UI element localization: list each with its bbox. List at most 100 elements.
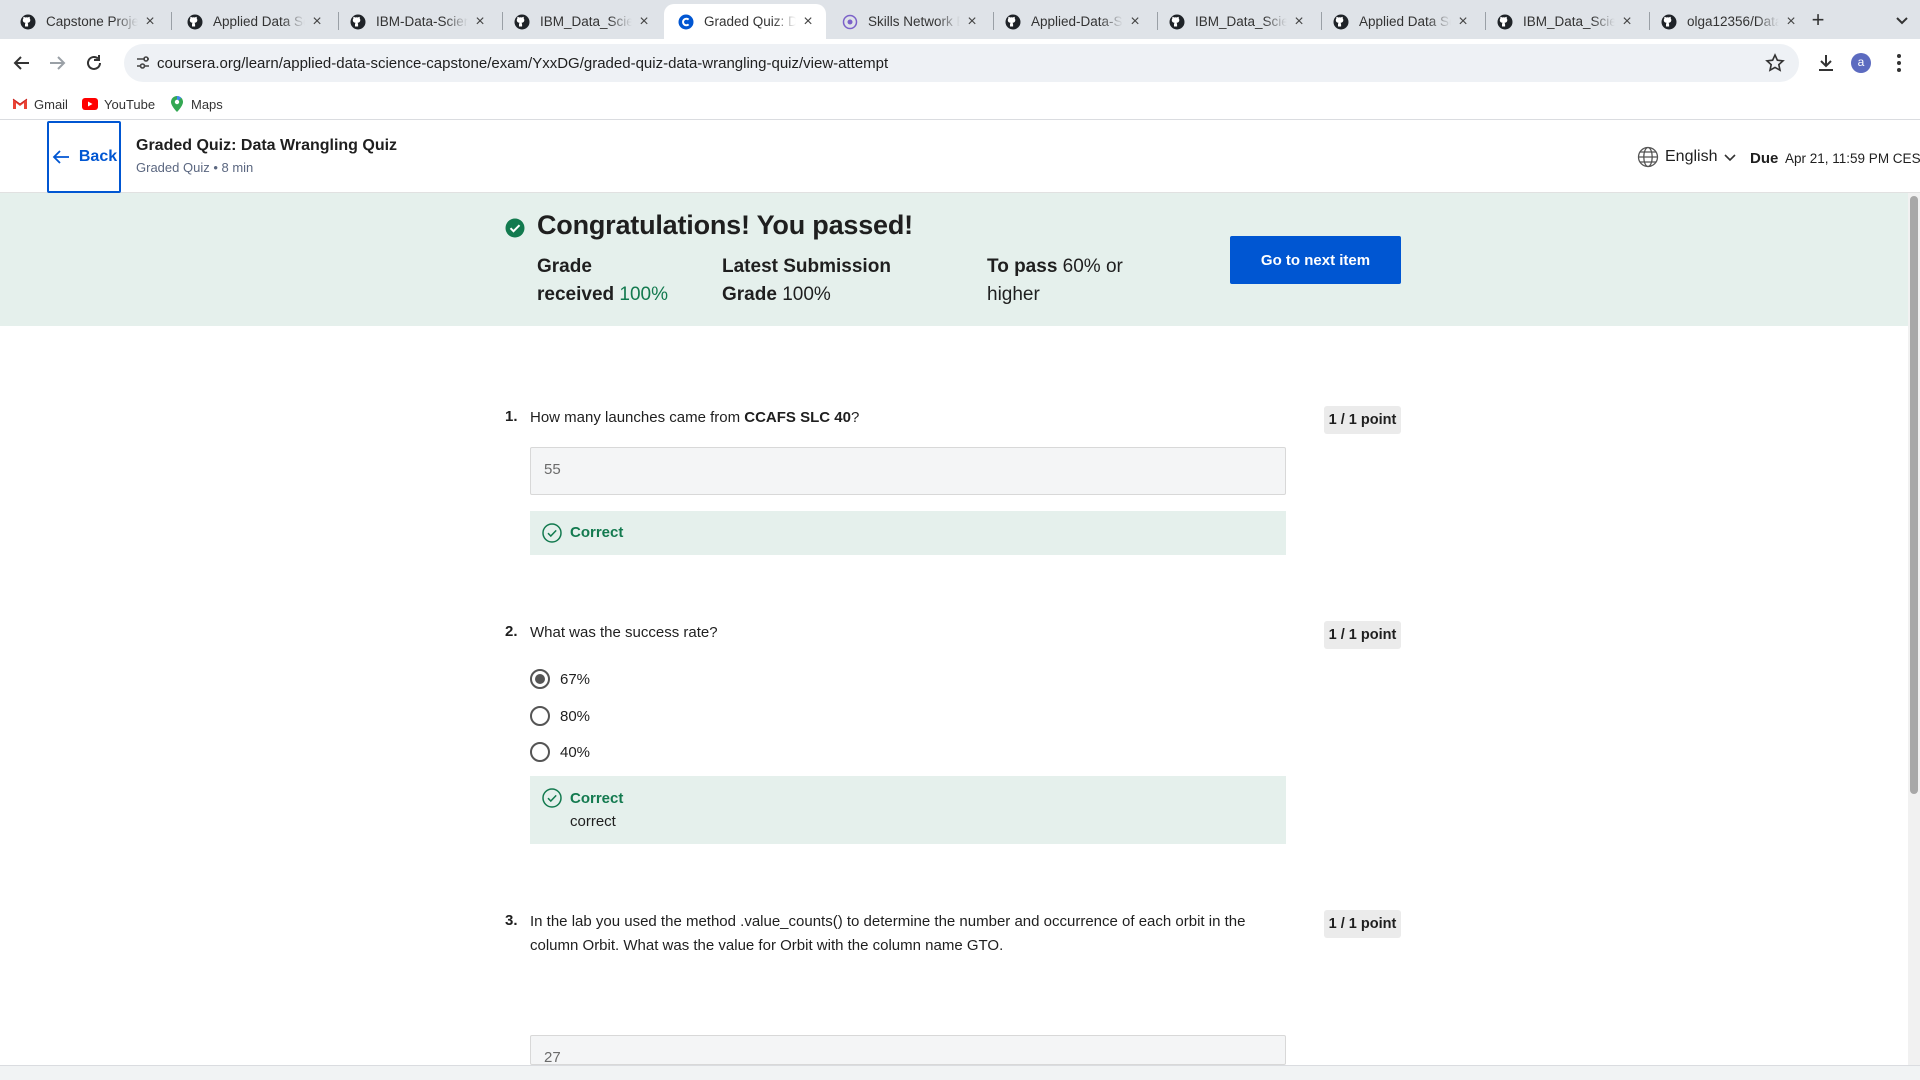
points-badge: 1 / 1 point [1324, 406, 1401, 434]
bookmark-youtube[interactable]: YouTube [82, 94, 155, 114]
due-date: Apr 21, 11:59 PM CEST [1785, 151, 1920, 166]
forward-arrow-icon[interactable] [45, 51, 69, 75]
latest-submission-label: Latest Submission [722, 256, 891, 277]
latest-submission-grade: Latest Submission Grade 100% [722, 253, 891, 309]
grade-received-value: 100% [619, 284, 669, 305]
globe-icon [1637, 146, 1659, 168]
site-info-icon[interactable] [134, 54, 152, 72]
scrollbar-thumb[interactable] [1910, 196, 1918, 794]
question-text: In the lab you used the method .value_co… [530, 910, 1245, 958]
bookmark-label: Gmail [34, 96, 68, 112]
close-icon[interactable]: × [1127, 13, 1143, 30]
go-to-next-item-button[interactable]: Go to next item [1230, 236, 1401, 284]
points-badge: 1 / 1 point [1324, 621, 1401, 649]
close-icon[interactable]: × [1783, 13, 1799, 30]
github-icon [1005, 14, 1021, 30]
question-text: What was the success rate? [530, 624, 718, 641]
new-tab-plus-icon[interactable]: + [1806, 9, 1830, 33]
tab-search-chevron-icon[interactable] [1892, 10, 1912, 30]
tab-title: Applied Data Science [213, 14, 305, 29]
back-arrow-icon[interactable] [10, 51, 34, 75]
github-icon [514, 14, 530, 30]
tab-title: IBM_Data_Science [540, 14, 632, 29]
tab-title: olga12356/Data [1687, 14, 1779, 29]
browser-tab-active[interactable]: Graded Quiz: Data × [664, 4, 826, 39]
answer-field: 27 [530, 1035, 1286, 1065]
window-bottom-edge [0, 1065, 1920, 1080]
profile-avatar[interactable]: a [1851, 53, 1871, 73]
tab-title: Graded Quiz: Data [704, 14, 796, 29]
check-circle-icon [505, 218, 525, 238]
to-pass-label: To pass [987, 256, 1058, 277]
feedback-correct: Correct [530, 511, 1286, 555]
grade-received-label: Grade [537, 256, 592, 277]
points-badge: 1 / 1 point [1324, 910, 1401, 938]
question-number: 2. [505, 623, 518, 640]
option-label: 67% [560, 670, 591, 688]
page-scrollbar[interactable] [1908, 193, 1920, 1065]
more-menu-icon[interactable] [1889, 51, 1909, 75]
browser-tab[interactable]: Skills Network Editor × [828, 4, 990, 39]
browser-tab[interactable]: Applied Data Science × [1319, 4, 1481, 39]
browser-tab[interactable]: Applied-Data-Science × [991, 4, 1153, 39]
close-icon[interactable]: × [1455, 13, 1471, 30]
close-icon[interactable]: × [800, 13, 816, 30]
radio-unselected [530, 742, 550, 762]
bookmark-label: YouTube [104, 96, 156, 112]
to-pass: To pass 60% or higher [987, 253, 1123, 309]
quiz-meta: Graded Quiz • 8 min [136, 160, 254, 175]
close-icon[interactable]: × [309, 13, 325, 30]
browser-tab[interactable]: IBM_Data_Science × [1155, 4, 1317, 39]
url-text[interactable]: coursera.org/learn/applied-data-science-… [157, 55, 888, 72]
github-icon [187, 14, 203, 30]
coursera-icon [678, 14, 694, 30]
close-icon[interactable]: × [472, 13, 488, 30]
browser-tab-strip: Capstone Project × Applied Data Science … [0, 0, 1920, 39]
option-label: 80% [560, 707, 591, 725]
feedback-correct: Correct correct [530, 776, 1286, 844]
language-label: English [1665, 148, 1718, 165]
browser-tab[interactable]: olga12356/Data × [1647, 4, 1809, 39]
close-icon[interactable]: × [142, 13, 158, 30]
chevron-down-icon [1723, 150, 1737, 164]
browser-tab[interactable]: IBM_Data_Science × [1483, 4, 1645, 39]
radio-unselected [530, 706, 550, 726]
github-icon [1497, 14, 1513, 30]
bookmark-star-icon[interactable] [1765, 53, 1785, 73]
github-icon [350, 14, 366, 30]
check-circle-outline-icon [542, 788, 562, 808]
bookmark-gmail[interactable]: Gmail [12, 94, 68, 114]
language-selector[interactable]: English [1637, 146, 1737, 168]
close-icon[interactable]: × [1619, 13, 1635, 30]
question-text-bold: CCAFS SLC 40 [744, 409, 851, 426]
bookmark-maps[interactable]: Maps [169, 94, 223, 114]
tab-title: Applied-Data-Science [1031, 14, 1123, 29]
tab-title: IBM_Data_Science [1523, 14, 1615, 29]
browser-tab[interactable]: IBM-Data-Science × [336, 4, 498, 39]
option-80: 80% [530, 706, 590, 726]
question-text-part: How many launches came from [530, 409, 745, 426]
feedback-note: correct [570, 813, 616, 830]
option-40: 40% [530, 742, 590, 762]
github-icon [1333, 14, 1349, 30]
github-icon [1661, 14, 1677, 30]
question-text-part: ? [850, 409, 860, 426]
browser-toolbar: coursera.org/learn/applied-data-science-… [0, 39, 1920, 87]
reload-icon[interactable] [82, 51, 106, 75]
browser-tab[interactable]: IBM_Data_Science × [500, 4, 662, 39]
question-text: How many launches came from CCAFS SLC 40… [530, 406, 859, 430]
bookmark-label: Maps [191, 96, 223, 112]
github-icon [20, 14, 36, 30]
browser-tab[interactable]: Capstone Project × [6, 4, 168, 39]
close-icon[interactable]: × [964, 13, 980, 30]
close-icon[interactable]: × [636, 13, 652, 30]
back-button[interactable]: Back [47, 121, 121, 193]
close-icon[interactable]: × [1291, 13, 1307, 30]
tab-title: Capstone Project [46, 14, 138, 29]
download-icon[interactable] [1814, 51, 1838, 75]
question-number: 1. [505, 408, 518, 425]
browser-tab[interactable]: Applied Data Science × [173, 4, 335, 39]
back-label: Back [78, 148, 118, 165]
address-bar[interactable]: coursera.org/learn/applied-data-science-… [124, 44, 1799, 82]
result-banner: Congratulations! You passed! Grade recei… [0, 193, 1908, 326]
